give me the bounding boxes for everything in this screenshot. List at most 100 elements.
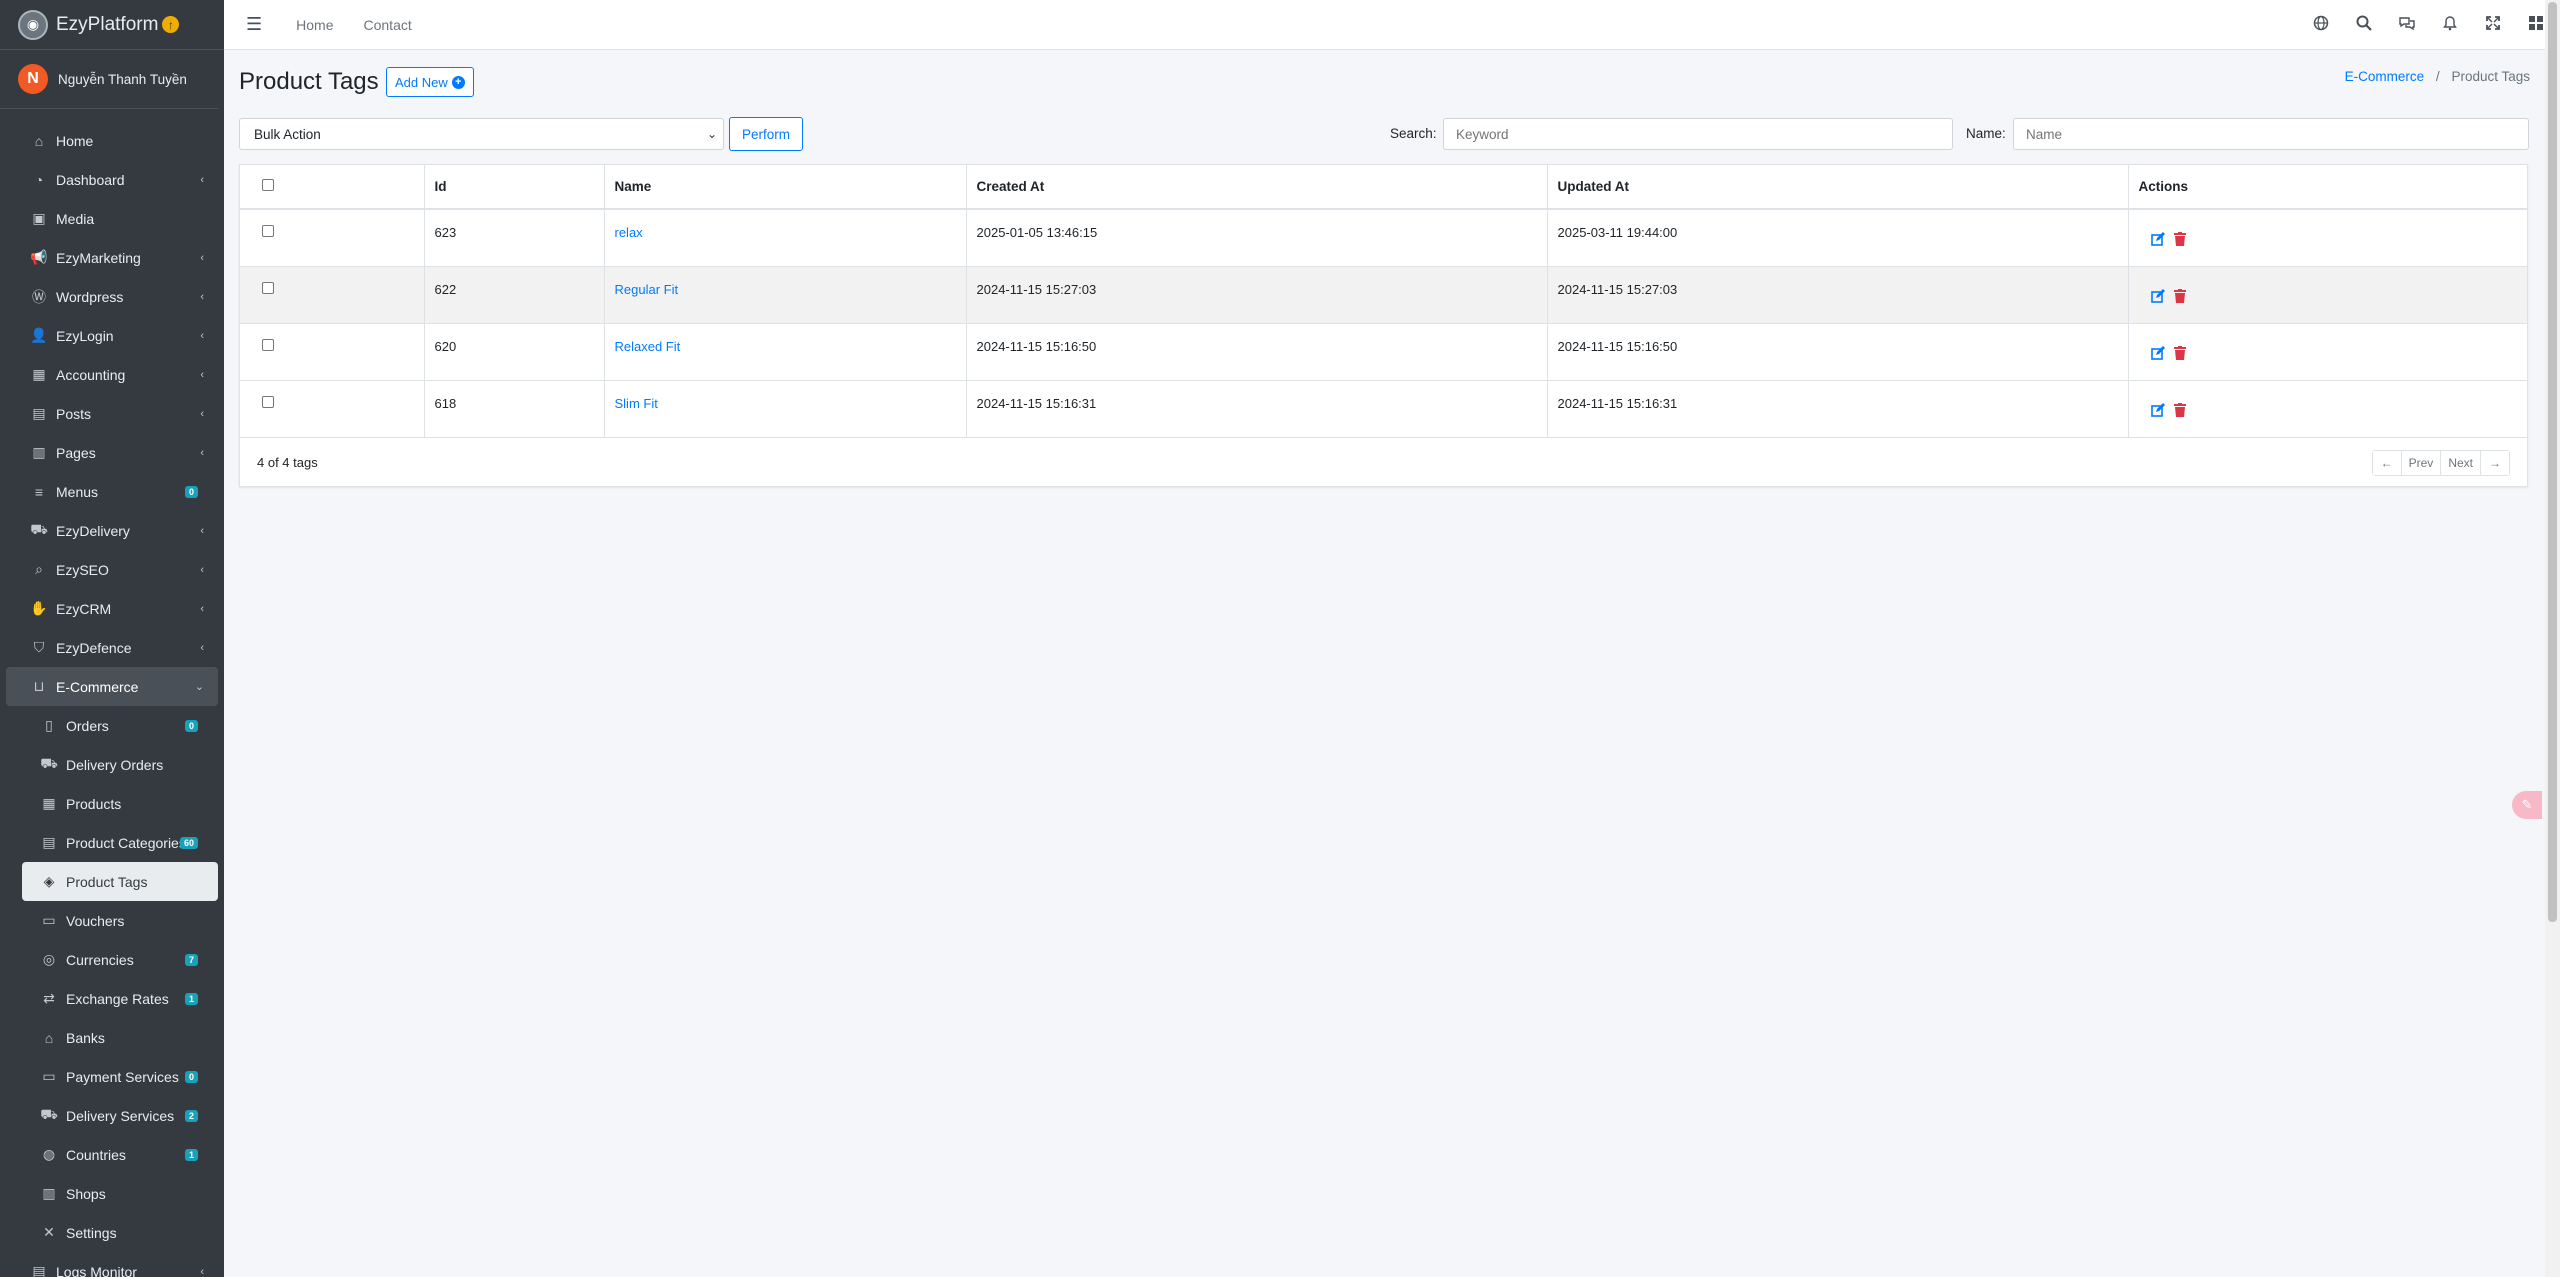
tag-name-link[interactable]: Slim Fit	[615, 396, 658, 411]
truck-loading-icon: ⛟	[40, 755, 58, 771]
edit-icon[interactable]	[2150, 345, 2165, 360]
add-new-label: Add New	[395, 74, 448, 90]
cell-id: 622	[424, 266, 605, 324]
messages-icon[interactable]	[2397, 15, 2417, 36]
receipt-icon: ▯	[45, 717, 53, 733]
logs-icon: ▤	[32, 1263, 46, 1277]
sidebar-item-dashboard[interactable]: ◔ Dashboard ‹	[6, 160, 218, 199]
edit-icon[interactable]	[2150, 288, 2165, 303]
arrow-left-circle-icon: ←	[2379, 450, 2394, 475]
sidebar-item-payment-services[interactable]: ▭ Payment Services 0	[22, 1057, 218, 1096]
row-checkbox[interactable]	[262, 395, 274, 408]
globe-icon: ◍	[42, 1146, 56, 1162]
floating-helper-icon[interactable]: ✎	[2512, 791, 2542, 819]
sidebar-item-home[interactable]: ⌂ Home	[6, 121, 218, 160]
upgrade-icon[interactable]: ↑	[162, 16, 180, 33]
search-icon[interactable]	[2354, 15, 2374, 36]
header-actions: Actions	[2128, 165, 2527, 210]
sidebar-item-menus[interactable]: ≡ Menus 0	[6, 472, 218, 511]
count-badge: 0	[184, 719, 198, 732]
handshake-icon: ✋	[30, 600, 48, 616]
user-name[interactable]: Nguyễn Thanh Tuyền	[58, 72, 187, 87]
sidebar-item-orders[interactable]: ▯ Orders 0	[22, 706, 218, 745]
sidebar-item-media[interactable]: ▣ Media	[6, 199, 218, 238]
sidebar: ◉ EzyPlatform ↑ N Nguyễn Thanh Tuyền ⌂ Ho…	[0, 0, 224, 1277]
row-select-cell	[240, 209, 425, 267]
table-row: 622 Regular Fit 2024-11-15 15:27:03 2024-11…	[240, 266, 2527, 324]
perform-button[interactable]: Perform	[729, 117, 804, 151]
calculator-icon: ▦	[32, 366, 46, 382]
name-filter-input[interactable]	[2013, 118, 2529, 150]
sidebar-item-ezylogin[interactable]: 👤 EzyLogin ‹	[6, 316, 218, 355]
top-link-contact[interactable]: Contact	[364, 17, 412, 33]
sidebar-item-product-categories[interactable]: ▤ Product Categories 60	[22, 823, 218, 862]
sidebar-item-posts[interactable]: ▤ Posts ‹	[6, 394, 218, 433]
breadcrumb-separator: /	[2435, 69, 2440, 84]
notifications-bell-icon[interactable]	[2440, 15, 2460, 36]
language-globe-icon[interactable]	[2311, 15, 2331, 36]
fullscreen-icon[interactable]	[2483, 15, 2503, 36]
sidebar-item-pages[interactable]: ▥ Pages ‹	[6, 433, 218, 472]
sidebar-item-countries[interactable]: ◍ Countries 1	[22, 1135, 218, 1174]
sidebar-item-label: EzyDefence	[56, 639, 132, 656]
chevron-left-icon: ‹	[200, 1265, 204, 1277]
trash-icon[interactable]	[2173, 345, 2186, 360]
sidebar-item-wordpress[interactable]: Ⓦ Wordpress ‹	[6, 277, 218, 316]
page-scrollbar[interactable]	[2545, 0, 2560, 1277]
trash-icon[interactable]	[2173, 402, 2186, 417]
delivery-truck-icon: ⛟	[40, 1106, 58, 1122]
trash-icon[interactable]	[2173, 232, 2186, 246]
top-navbar: ☰ Home Contact	[224, 0, 2560, 50]
dashboard-icon: ◔	[34, 171, 44, 188]
row-checkbox[interactable]	[262, 338, 274, 351]
sidebar-item-ezydefence[interactable]: ⛉ EzyDefence ‹	[6, 628, 218, 667]
next-page-button[interactable]: Next	[2441, 450, 2481, 475]
add-new-button[interactable]: Add New +	[386, 67, 474, 97]
sidebar-item-settings[interactable]: ✕ Settings	[22, 1213, 218, 1252]
sidebar-item-delivery-orders[interactable]: ⛟ Delivery Orders	[22, 745, 218, 784]
breadcrumb-current: Product Tags	[2451, 69, 2530, 84]
trash-icon[interactable]	[2173, 288, 2186, 303]
breadcrumb-parent[interactable]: E-Commerce	[2345, 69, 2425, 84]
sidebar-item-ezymarketing[interactable]: 📢 EzyMarketing ‹	[6, 238, 218, 277]
last-page-button[interactable]: →	[2481, 450, 2509, 475]
sidebar-item-ezyseo[interactable]: ⌕ EzySEO ‹	[6, 550, 218, 589]
sidebar-item-vouchers[interactable]: ▭ Vouchers	[22, 901, 218, 940]
arrow-right-circle-icon: →	[2488, 450, 2502, 475]
row-checkbox[interactable]	[262, 225, 274, 237]
sidebar-item-delivery-services[interactable]: ⛟ Delivery Services 2	[22, 1096, 218, 1135]
first-page-button[interactable]: ←	[2372, 450, 2402, 475]
edit-icon[interactable]	[2150, 402, 2165, 417]
sidebar-item-banks[interactable]: ⌂ Banks	[22, 1018, 218, 1057]
select-all-checkbox[interactable]	[262, 179, 274, 191]
sidebar-item-label: Wordpress	[56, 288, 124, 305]
user-panel[interactable]: N Nguyễn Thanh Tuyền	[0, 50, 218, 109]
sidebar-item-product-tags[interactable]: ◈ Product Tags	[22, 862, 218, 901]
sidebar-item-e-commerce[interactable]: ⊔ E-Commerce ⌄	[6, 667, 218, 706]
sidebar-item-accounting[interactable]: ▦ Accounting ‹	[6, 355, 218, 394]
row-checkbox[interactable]	[262, 281, 274, 294]
tag-name-link[interactable]: relax	[615, 225, 643, 240]
sidebar-item-ezydelivery[interactable]: ⛟ EzyDelivery ‹	[6, 511, 218, 550]
sidebar-item-products[interactable]: ▦ Products	[22, 784, 218, 823]
sidebar-item-currencies[interactable]: ◎ Currencies 7	[22, 940, 218, 979]
menu-toggle-icon[interactable]: ☰	[246, 14, 262, 35]
sidebar-item-label: Accounting	[56, 366, 126, 383]
count-badge: 2	[184, 1109, 198, 1122]
prev-page-button[interactable]: Prev	[2401, 450, 2442, 475]
top-link-home[interactable]: Home	[296, 17, 333, 33]
sidebar-item-shops[interactable]: ▥ Shops	[22, 1174, 218, 1213]
tag-name-link[interactable]: Relaxed Fit	[615, 339, 681, 354]
sidebar-item-ezycrm[interactable]: ✋ EzyCRM ‹	[6, 589, 218, 628]
search-input[interactable]	[1443, 118, 1953, 150]
apps-grid-icon[interactable]	[2526, 15, 2546, 36]
sidebar-item-logs-monitor[interactable]: ▤ Logs Monitor ‹	[6, 1252, 218, 1277]
edit-icon[interactable]	[2150, 232, 2165, 246]
sidebar-item-exchange-rates[interactable]: ⇄ Exchange Rates 1	[22, 979, 218, 1018]
sidebar-item-label: Payment Services	[66, 1068, 179, 1085]
bulk-action-select[interactable]: Bulk Action ⌄	[239, 118, 724, 150]
tag-name-link[interactable]: Regular Fit	[615, 282, 679, 297]
scrollbar-thumb[interactable]	[2548, 2, 2557, 922]
brand[interactable]: ◉ EzyPlatform ↑	[0, 0, 224, 50]
breadcrumb: E-Commerce / Product Tags	[2345, 69, 2530, 84]
